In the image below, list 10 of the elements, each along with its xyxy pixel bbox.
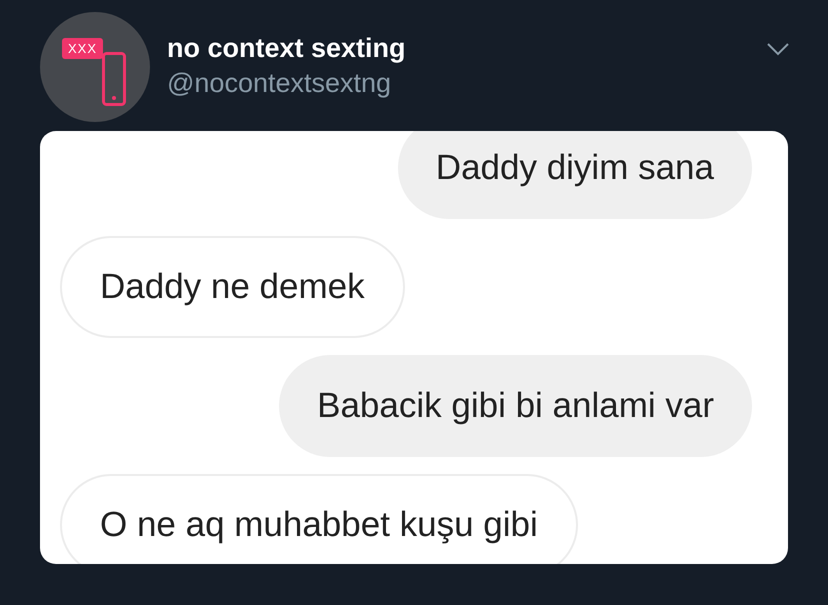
sent-message-bubble: Babacik gibi bi anlami var — [279, 355, 752, 457]
avatar-label: XXX — [62, 38, 104, 59]
account-handle: @nocontextsextng — [167, 67, 392, 100]
received-message-bubble: Daddy ne demek — [60, 236, 405, 338]
avatar[interactable]: XXX — [40, 12, 150, 122]
account-name: no context sexting — [167, 32, 406, 64]
phone-icon — [102, 52, 126, 106]
received-message-bubble: O ne aq muhabbet kuşu gibi — [60, 474, 578, 564]
sent-message-bubble: Daddy diyim sana — [398, 131, 752, 219]
chevron-down-icon[interactable] — [766, 42, 790, 56]
